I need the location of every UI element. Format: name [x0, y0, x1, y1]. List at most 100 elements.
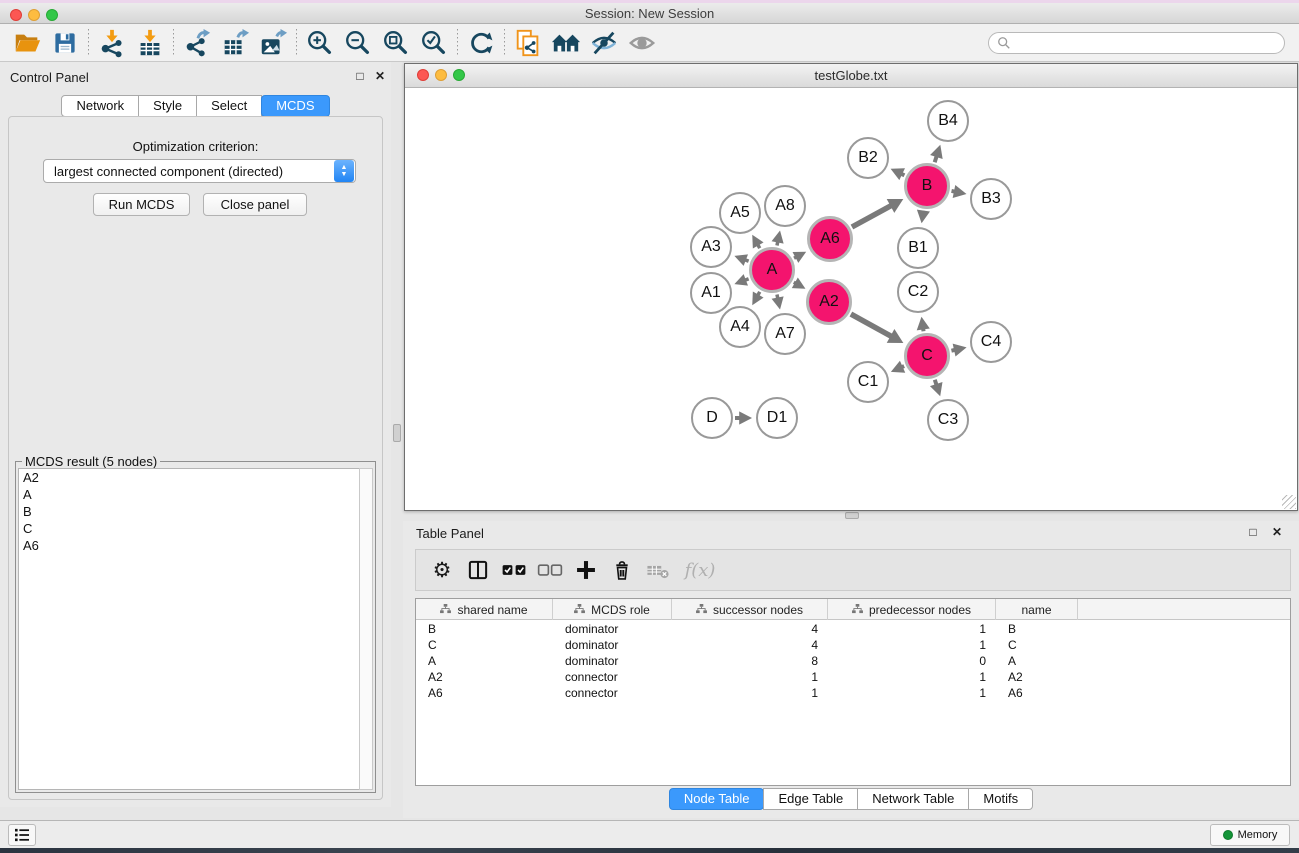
result-item[interactable]: C: [19, 520, 359, 537]
criterion-dropdown[interactable]: largest connected component (directed) ▲…: [43, 159, 356, 183]
minimize-window-button[interactable]: [28, 9, 40, 21]
function-builder-button[interactable]: f(x): [676, 553, 724, 587]
new-network-from-selection-button[interactable]: [509, 27, 547, 59]
graph-node-A8[interactable]: A8: [764, 185, 806, 227]
graph-node-A4[interactable]: A4: [719, 306, 761, 348]
tab-style[interactable]: Style: [138, 95, 197, 117]
search-icon: [997, 36, 1011, 50]
graph-node-D[interactable]: D: [691, 397, 733, 439]
export-table-icon: [220, 28, 250, 58]
graph-node-A5[interactable]: A5: [719, 192, 761, 234]
graph-edge-A2-C[interactable]: [851, 314, 892, 336]
close-panel-button[interactable]: Close panel: [203, 193, 307, 216]
split-view-button[interactable]: [460, 553, 496, 587]
graph-node-B4[interactable]: B4: [927, 100, 969, 142]
tab-motifs[interactable]: Motifs: [968, 788, 1033, 810]
graph-node-B3[interactable]: B3: [970, 178, 1012, 220]
export-table-button[interactable]: [216, 27, 254, 59]
export-network-button[interactable]: [178, 27, 216, 59]
graph-node-B1[interactable]: B1: [897, 227, 939, 269]
memory-button[interactable]: Memory: [1210, 824, 1290, 846]
open-file-button[interactable]: [8, 27, 46, 59]
result-item[interactable]: A2: [19, 469, 359, 486]
graph-node-A[interactable]: A: [749, 247, 795, 293]
close-window-button[interactable]: [10, 9, 22, 21]
search-field[interactable]: [988, 32, 1285, 54]
table-row[interactable]: A6connector11A6: [416, 685, 1290, 701]
delete-column-button[interactable]: [604, 553, 640, 587]
graph-node-C[interactable]: C: [904, 333, 950, 379]
graph-node-A2[interactable]: A2: [806, 279, 852, 325]
main-titlebar: Session: New Session: [0, 3, 1299, 24]
column-header-successor-nodes[interactable]: successor nodes: [672, 599, 828, 620]
column-header-name[interactable]: name: [996, 599, 1078, 620]
delete-table-button[interactable]: [640, 553, 676, 587]
graph-node-B2[interactable]: B2: [847, 137, 889, 179]
zoom-out-button[interactable]: [339, 27, 377, 59]
refresh-layout-button[interactable]: [462, 27, 500, 59]
vertical-splitter-grip[interactable]: [393, 424, 401, 442]
tab-mcds[interactable]: MCDS: [261, 95, 329, 117]
zoom-selected-button[interactable]: [415, 27, 453, 59]
graph-node-C2[interactable]: C2: [897, 271, 939, 313]
column-header-label: MCDS role: [591, 603, 650, 617]
table-row[interactable]: Cdominator41C: [416, 637, 1290, 653]
add-column-button[interactable]: [568, 553, 604, 587]
task-history-button[interactable]: [8, 824, 36, 846]
table-settings-button[interactable]: ⚙: [424, 553, 460, 587]
zoom-window-button[interactable]: [46, 9, 58, 21]
export-image-button[interactable]: [254, 27, 292, 59]
zoom-fit-button[interactable]: [377, 27, 415, 59]
zoom-in-button[interactable]: [301, 27, 339, 59]
gear-icon: ⚙: [433, 558, 452, 583]
tab-node-table[interactable]: Node Table: [669, 788, 765, 810]
minimize-network-button[interactable]: [435, 69, 447, 81]
tab-network-table[interactable]: Network Table: [857, 788, 969, 810]
deselect-all-button[interactable]: [532, 553, 568, 587]
close-panel-icon[interactable]: ✕: [372, 69, 388, 83]
result-item[interactable]: B: [19, 503, 359, 520]
table-row[interactable]: A2connector11A2: [416, 669, 1290, 685]
column-header-predecessor-nodes[interactable]: predecessor nodes: [828, 599, 996, 620]
graph-node-C1[interactable]: C1: [847, 361, 889, 403]
show-all-button[interactable]: [623, 27, 661, 59]
graph-node-C4[interactable]: C4: [970, 321, 1012, 363]
graph-edge-A6-B[interactable]: [852, 205, 891, 227]
result-item[interactable]: A: [19, 486, 359, 503]
run-mcds-button[interactable]: Run MCDS: [93, 193, 190, 216]
table-tabs: Node TableEdge TableNetwork TableMotifs: [403, 788, 1299, 810]
edge-arrowhead: [772, 230, 784, 243]
network-canvas[interactable]: B4 B2 B B3 A8A5 A6 B1 A3 A C2 A1 A2 A4A7 C4 C C1 C3 D D1: [405, 89, 1297, 510]
first-neighbors-button[interactable]: [547, 27, 585, 59]
column-header-shared-name[interactable]: shared name: [416, 599, 553, 620]
graph-node-A3[interactable]: A3: [690, 226, 732, 268]
close-table-panel-icon[interactable]: ✕: [1269, 525, 1285, 539]
zoom-network-button[interactable]: [453, 69, 465, 81]
result-scrollbar[interactable]: [359, 468, 373, 790]
search-input[interactable]: [1016, 36, 1276, 50]
tab-network[interactable]: Network: [61, 95, 139, 117]
graph-node-A1[interactable]: A1: [690, 272, 732, 314]
tab-select[interactable]: Select: [196, 95, 262, 117]
mcds-result-list[interactable]: A2ABCA6: [18, 468, 359, 790]
hide-selected-button[interactable]: [585, 27, 623, 59]
table-toolbar: ⚙: [415, 549, 1291, 591]
graph-node-A7[interactable]: A7: [764, 313, 806, 355]
close-network-button[interactable]: [417, 69, 429, 81]
graph-node-B[interactable]: B: [904, 163, 950, 209]
float-panel-icon[interactable]: □: [352, 69, 368, 83]
column-header-MCDS-role[interactable]: MCDS role: [553, 599, 672, 620]
graph-node-C3[interactable]: C3: [927, 399, 969, 441]
import-network-button[interactable]: [93, 27, 131, 59]
select-all-button[interactable]: [496, 553, 532, 587]
result-item[interactable]: A6: [19, 537, 359, 554]
float-table-panel-icon[interactable]: □: [1245, 525, 1261, 539]
graph-node-A6[interactable]: A6: [807, 216, 853, 262]
table-row[interactable]: Adominator80A: [416, 653, 1290, 669]
table-row[interactable]: Bdominator41B: [416, 621, 1290, 637]
graph-node-D1[interactable]: D1: [756, 397, 798, 439]
window-resize-grip[interactable]: [1282, 495, 1296, 509]
save-session-button[interactable]: [46, 27, 84, 59]
tab-edge-table[interactable]: Edge Table: [763, 788, 858, 810]
import-table-button[interactable]: [131, 27, 169, 59]
